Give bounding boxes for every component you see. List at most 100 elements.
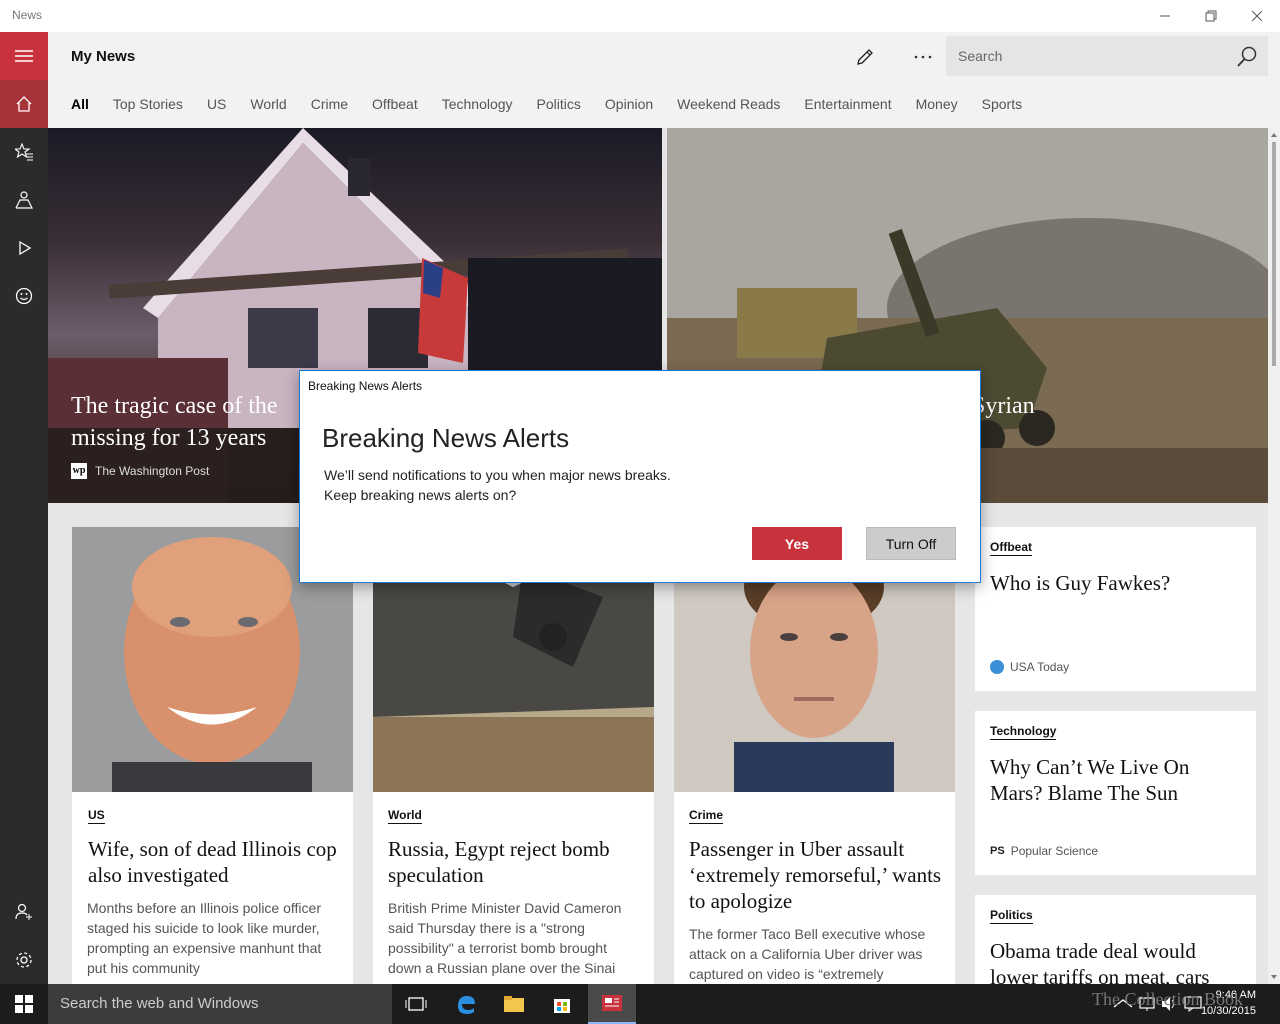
story-summary: Months before an Illinois police officer… bbox=[87, 900, 322, 976]
story-card-politics[interactable]: Politics Obama trade deal would lower ta… bbox=[975, 895, 1256, 984]
tab-technology[interactable]: Technology bbox=[442, 96, 513, 112]
story-category[interactable]: Politics bbox=[990, 908, 1033, 924]
story-card-technology[interactable]: Technology Why Can’t We Live On Mars? Bl… bbox=[975, 711, 1256, 875]
tab-politics[interactable]: Politics bbox=[537, 96, 581, 112]
app-title: News bbox=[12, 8, 43, 22]
search-icon bbox=[1237, 46, 1257, 67]
search-input[interactable] bbox=[947, 37, 1227, 75]
feed-scrollbar[interactable] bbox=[1268, 128, 1280, 984]
scroll-up-arrow-icon[interactable] bbox=[1268, 130, 1280, 140]
story-headline[interactable]: Russia, Egypt reject bomb speculation bbox=[388, 836, 643, 888]
close-button[interactable] bbox=[1234, 0, 1280, 32]
story-category[interactable]: World bbox=[388, 808, 422, 824]
story-card-world[interactable]: World Russia, Egypt reject bomb speculat… bbox=[373, 527, 654, 984]
edge-browser-button[interactable] bbox=[442, 984, 490, 1024]
dialog-message-line2: Keep breaking news alerts on? bbox=[324, 487, 517, 503]
store-bag-icon bbox=[554, 999, 570, 1013]
tab-weekend-reads[interactable]: Weekend Reads bbox=[677, 96, 780, 112]
page-title: My News bbox=[71, 48, 136, 65]
tab-opinion[interactable]: Opinion bbox=[605, 96, 653, 112]
turn-off-button[interactable]: Turn Off bbox=[866, 527, 956, 560]
yes-button[interactable]: Yes bbox=[752, 527, 842, 560]
usa-today-logo-icon bbox=[990, 660, 1004, 674]
tab-offbeat[interactable]: Offbeat bbox=[372, 96, 418, 112]
hamburger-button[interactable] bbox=[0, 32, 48, 80]
task-view-icon bbox=[405, 997, 427, 1011]
account-add-icon bbox=[15, 903, 32, 920]
tab-world[interactable]: World bbox=[250, 96, 286, 112]
tab-all[interactable]: All bbox=[71, 96, 89, 112]
minimize-icon bbox=[1160, 15, 1170, 17]
tab-top-stories[interactable]: Top Stories bbox=[113, 96, 183, 112]
sidebar-item-video[interactable] bbox=[0, 224, 48, 272]
hero-headline-1-line2: missing for 13 years bbox=[71, 425, 267, 451]
restore-button[interactable] bbox=[1188, 0, 1234, 32]
taskbar-search-input[interactable]: Search the web and Windows bbox=[48, 984, 392, 1024]
nav-sidebar bbox=[0, 32, 48, 984]
dialog-window-title: Breaking News Alerts bbox=[308, 379, 423, 393]
hero-headline-1-line1: The tragic case of the bbox=[71, 393, 278, 419]
category-tabs: All Top Stories US World Crime Offbeat T… bbox=[71, 96, 1046, 112]
tab-crime[interactable]: Crime bbox=[311, 96, 348, 112]
tab-sports[interactable]: Sports bbox=[982, 96, 1022, 112]
smiley-icon bbox=[15, 287, 33, 305]
minimize-button[interactable] bbox=[1142, 0, 1188, 32]
watermark-text: The Collection Book bbox=[1092, 989, 1243, 1009]
edit-button[interactable] bbox=[848, 42, 882, 72]
story-card-crime[interactable]: Crime Passenger in Uber assault ‘extreme… bbox=[674, 527, 955, 984]
story-summary: British Prime Minister David Cameron sai… bbox=[388, 900, 622, 976]
search-button[interactable] bbox=[1235, 45, 1259, 69]
task-view-button[interactable] bbox=[392, 984, 440, 1024]
hamburger-menu-icon bbox=[15, 50, 33, 62]
story-category[interactable]: Crime bbox=[689, 808, 724, 824]
tab-money[interactable]: Money bbox=[916, 96, 958, 112]
story-card-offbeat[interactable]: Offbeat Who is Guy Fawkes? USA Today bbox=[975, 527, 1256, 691]
washington-post-logo-icon: wp bbox=[71, 463, 87, 479]
breaking-news-dialog: Breaking News Alerts Breaking News Alert… bbox=[299, 370, 981, 583]
title-bar: News bbox=[0, 0, 1280, 32]
sidebar-item-interests[interactable] bbox=[0, 128, 48, 176]
more-options-button[interactable] bbox=[906, 42, 940, 72]
sidebar-item-local[interactable] bbox=[0, 176, 48, 224]
hero-headline-2[interactable]: Syrian bbox=[972, 390, 1035, 422]
restore-icon bbox=[1205, 10, 1217, 22]
dialog-message: We’ll send notifications to you when maj… bbox=[324, 465, 671, 505]
story-headline[interactable]: Obama trade deal would lower tariffs on … bbox=[990, 938, 1245, 984]
hero-source-1: wp The Washington Post bbox=[71, 463, 209, 479]
video-play-icon bbox=[19, 240, 32, 256]
windows-logo-icon bbox=[15, 995, 33, 1013]
store-button[interactable] bbox=[538, 984, 586, 1024]
sidebar-item-account[interactable] bbox=[0, 888, 48, 936]
popular-science-logo-icon: PS bbox=[990, 845, 1005, 857]
story-headline[interactable]: Wife, son of dead Illinois cop also inve… bbox=[88, 836, 338, 888]
sidebar-item-settings[interactable] bbox=[0, 936, 48, 984]
sidebar-item-home[interactable] bbox=[0, 80, 48, 128]
story-headline[interactable]: Passenger in Uber assault ‘extremely rem… bbox=[689, 836, 944, 914]
header-bar: My News All Top Stories US World Crime O… bbox=[48, 32, 1280, 128]
scrollbar-thumb[interactable] bbox=[1272, 142, 1276, 366]
tab-us[interactable]: US bbox=[207, 96, 226, 112]
story-category[interactable]: Technology bbox=[990, 724, 1057, 740]
news-app-icon bbox=[602, 995, 622, 1011]
hero-headline-1[interactable]: The tragic case of the missing for 13 ye… bbox=[71, 390, 278, 454]
news-app-taskbar-button[interactable] bbox=[588, 984, 636, 1024]
file-explorer-button[interactable] bbox=[490, 984, 538, 1024]
story-source: USA Today bbox=[990, 660, 1069, 674]
story-headline[interactable]: Why Can’t We Live On Mars? Blame The Sun bbox=[990, 754, 1245, 806]
interests-star-icon bbox=[15, 143, 33, 161]
dialog-message-line1: We’ll send notifications to you when maj… bbox=[324, 467, 671, 483]
dialog-heading: Breaking News Alerts bbox=[322, 423, 570, 453]
story-category[interactable]: US bbox=[88, 808, 105, 824]
sidebar-item-feedback[interactable] bbox=[0, 272, 48, 320]
hero-source-1-name: The Washington Post bbox=[95, 464, 210, 478]
edge-browser-icon bbox=[458, 996, 475, 1014]
start-button[interactable] bbox=[0, 984, 48, 1024]
close-icon bbox=[1251, 10, 1263, 22]
story-headline[interactable]: Who is Guy Fawkes? bbox=[990, 570, 1245, 596]
story-summary: The former Taco Bell executive whose att… bbox=[689, 926, 926, 982]
story-category[interactable]: Offbeat bbox=[990, 540, 1032, 556]
pencil-icon bbox=[857, 49, 873, 65]
story-card-us[interactable]: US Wife, son of dead Illinois cop also i… bbox=[72, 527, 353, 984]
scroll-down-arrow-icon[interactable] bbox=[1268, 972, 1280, 982]
tab-entertainment[interactable]: Entertainment bbox=[804, 96, 891, 112]
